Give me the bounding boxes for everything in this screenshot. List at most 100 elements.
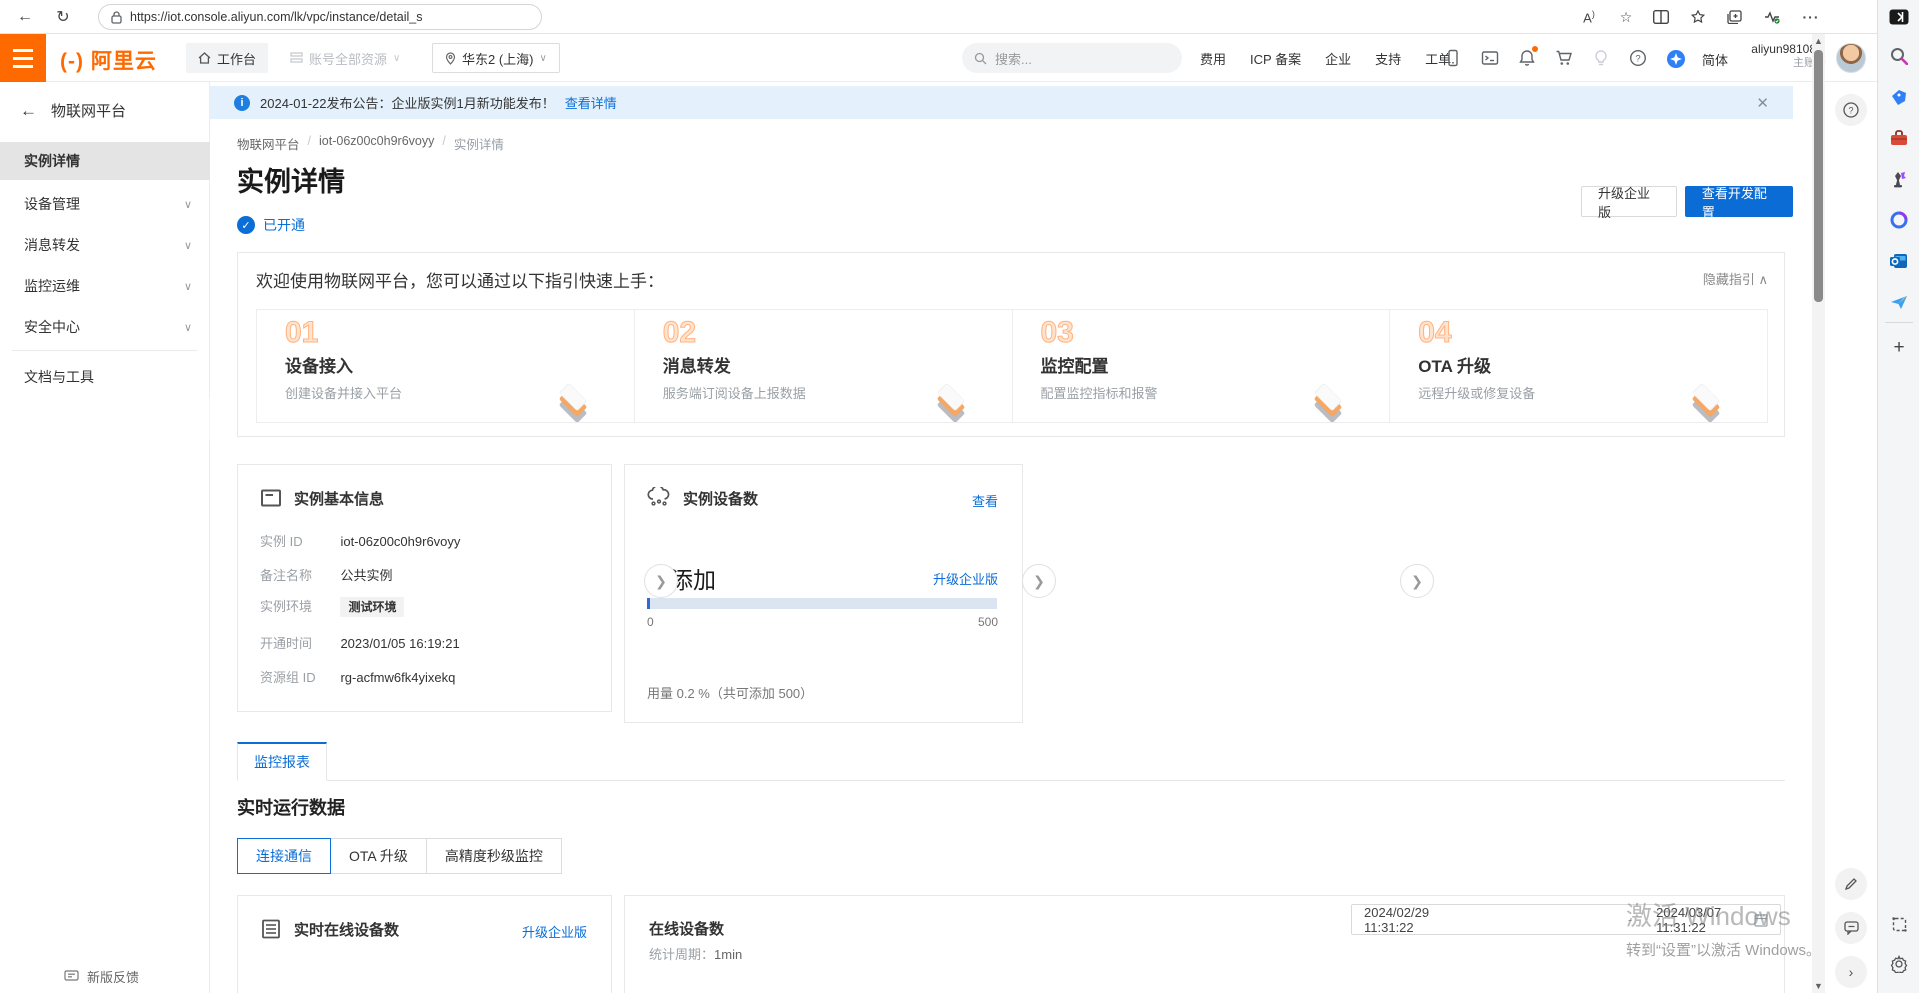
scroll-up-arrow[interactable]: ▲	[1812, 34, 1825, 48]
workspace-button[interactable]: 工作台	[186, 43, 268, 73]
progress-fill	[647, 598, 650, 609]
sidebar-item-security-center[interactable]: 安全中心 ∨	[0, 308, 210, 346]
guide-card-device-access[interactable]: 01 设备接入 创建设备并接入平台	[257, 310, 635, 422]
breadcrumb-instance-id[interactable]: iot-06z00c0h9r6voyy	[319, 134, 434, 153]
sidebar-item-message-forwarding[interactable]: 消息转发 ∨	[0, 226, 210, 264]
sidebar-item-docs-tools[interactable]: 文档与工具	[0, 358, 210, 396]
aliyun-app-icon[interactable]	[1666, 49, 1684, 67]
cloud-devices-icon	[647, 487, 671, 509]
topbar-link-support[interactable]: 支持	[1375, 49, 1401, 68]
date-range-picker[interactable]: 2024/02/29 11:31:22 - 2024/03/07 11:31:2…	[1351, 904, 1781, 935]
scrollbar-thumb[interactable]	[1814, 50, 1823, 302]
upgrade-enterprise-button[interactable]: 升级企业版	[1581, 186, 1677, 217]
svg-text:?: ?	[1848, 105, 1853, 115]
aliyun-logo[interactable]: (-) 阿里云	[60, 45, 157, 75]
edit-float-button[interactable]	[1835, 868, 1867, 900]
banner-close-icon[interactable]: ✕	[1756, 94, 1769, 112]
guide-card-message-forwarding[interactable]: 02 消息转发 服务端订阅设备上报数据	[635, 310, 1013, 422]
view-dev-config-button[interactable]: 查看开发配置	[1685, 186, 1793, 217]
upgrade-enterprise-link[interactable]: 升级企业版	[522, 922, 587, 941]
feedback-comment-float-button[interactable]	[1835, 912, 1867, 944]
m365-copilot-icon[interactable]	[1887, 208, 1911, 232]
tab-monitoring-report[interactable]: 监控报表	[237, 742, 327, 781]
region-selector[interactable]: 华东2 (上海) ∨	[432, 43, 560, 73]
collections-icon[interactable]	[1727, 10, 1747, 24]
calendar-icon[interactable]	[1754, 913, 1768, 927]
breadcrumb-platform[interactable]: 物联网平台	[237, 134, 300, 153]
chevron-down-icon: ∨	[184, 321, 192, 334]
address-bar[interactable]: https://iot.console.aliyun.com/lk/vpc/in…	[98, 4, 542, 30]
read-aloud-icon[interactable]: A)	[1579, 9, 1599, 25]
topbar-link-billing[interactable]: 费用	[1200, 49, 1226, 68]
home-icon	[198, 52, 211, 64]
shopping-tag-icon[interactable]	[1887, 85, 1911, 109]
language-selector[interactable]: 简体	[1702, 50, 1728, 69]
guide-next-arrow[interactable]: ❯	[1022, 564, 1056, 598]
chevron-down-icon: ∨	[184, 239, 192, 252]
open-time-value: 2023/01/05 16:19:21	[340, 636, 459, 651]
hide-guide-link[interactable]: 隐藏指引 ∧	[1703, 269, 1768, 288]
lock-icon	[111, 11, 122, 24]
sidebar-item-monitoring-ops[interactable]: 监控运维 ∨	[0, 267, 210, 305]
page-title: 实例详情	[237, 160, 345, 199]
lightbulb-icon[interactable]	[1592, 49, 1610, 67]
help-float-button[interactable]: ?	[1835, 94, 1867, 126]
location-pin-icon	[445, 52, 456, 65]
account-resources-selector[interactable]: 账号全部资源 ∨	[278, 43, 412, 73]
console-search-input[interactable]: 搜索...	[962, 43, 1182, 73]
banner-text: 2024-01-22发布公告：企业版实例1月新功能发布！	[260, 93, 555, 112]
outlook-icon[interactable]	[1887, 249, 1911, 273]
guide-step-number: 03	[1041, 318, 1390, 348]
add-icon[interactable]: +	[1887, 336, 1911, 360]
server-list-icon	[260, 918, 282, 940]
help-icon[interactable]: ?	[1629, 49, 1647, 67]
terminal-icon[interactable]	[1481, 49, 1499, 67]
tab-ota-upgrade[interactable]: OTA 升级	[330, 838, 427, 874]
isometric-boxes-icon	[554, 384, 594, 420]
feedback-button[interactable]: 新版反馈	[64, 967, 139, 986]
refresh-icon[interactable]: ↻	[50, 4, 76, 30]
breadcrumb: 物联网平台 / iot-06z00c0h9r6voyy / 实例详情	[237, 134, 504, 153]
guide-card-monitoring-config[interactable]: 03 监控配置 配置监控指标和报警	[1013, 310, 1391, 422]
info-icon: i	[234, 95, 250, 111]
drop-app-icon[interactable]	[1887, 290, 1911, 314]
scroll-down-arrow[interactable]: ▼	[1812, 979, 1825, 993]
sidebar-toggle-icon[interactable]	[1887, 5, 1911, 29]
page-scrollbar[interactable]: ▲ ▼	[1812, 34, 1825, 993]
online-devices-chart-card: 在线设备数 统计周期：1min 2024/02/29 11:31:22 - 20…	[624, 895, 1785, 993]
notification-bell-icon[interactable]	[1518, 49, 1536, 67]
view-link[interactable]: 查看	[972, 491, 998, 510]
cart-icon[interactable]	[1555, 49, 1573, 67]
guide-step-number: 01	[285, 318, 634, 348]
sidebar-item-device-management[interactable]: 设备管理 ∨	[0, 185, 210, 223]
guide-next-arrow[interactable]: ❯	[644, 564, 678, 598]
topbar-link-icp[interactable]: ICP 备案	[1250, 49, 1301, 68]
mobile-app-icon[interactable]	[1444, 49, 1462, 67]
guide-next-arrow[interactable]: ❯	[1400, 564, 1434, 598]
games-icon[interactable]	[1887, 167, 1911, 191]
realtime-tab-group: 连接通信 OTA 升级 高精度秒级监控	[237, 838, 562, 874]
tab-high-precision-monitoring[interactable]: 高精度秒级监控	[426, 838, 562, 874]
back-arrow-icon[interactable]: ←	[20, 101, 37, 121]
snip-icon[interactable]	[1887, 912, 1911, 936]
upgrade-enterprise-link[interactable]: 升级企业版	[933, 569, 998, 588]
topbar-link-enterprise[interactable]: 企业	[1325, 49, 1351, 68]
avatar[interactable]	[1836, 43, 1866, 73]
sidebar-back[interactable]: ← 物联网平台	[20, 100, 126, 121]
sidebar-search-icon[interactable]	[1887, 44, 1911, 68]
favorites-bar-icon[interactable]	[1690, 10, 1710, 24]
toolbox-icon[interactable]	[1887, 126, 1911, 150]
browser-essentials-icon[interactable]	[1764, 10, 1784, 24]
hamburger-menu-button[interactable]	[0, 34, 46, 82]
split-screen-icon[interactable]	[1653, 10, 1673, 24]
browser-more-icon[interactable]: ···	[1801, 9, 1821, 25]
banner-detail-link[interactable]: 查看详情	[565, 93, 617, 112]
tab-connection-comm[interactable]: 连接通信	[237, 838, 331, 874]
settings-gear-icon[interactable]	[1887, 952, 1911, 976]
back-icon[interactable]: ←	[12, 4, 38, 30]
favorite-star-icon[interactable]: ☆	[1616, 9, 1636, 26]
device-count-progress-bar	[647, 598, 997, 609]
sidebar-item-instance-detail[interactable]: 实例详情	[0, 142, 210, 180]
guide-card-ota-upgrade[interactable]: 04 OTA 升级 远程升级或修复设备	[1390, 310, 1767, 422]
expand-float-button[interactable]: ›	[1835, 956, 1867, 988]
